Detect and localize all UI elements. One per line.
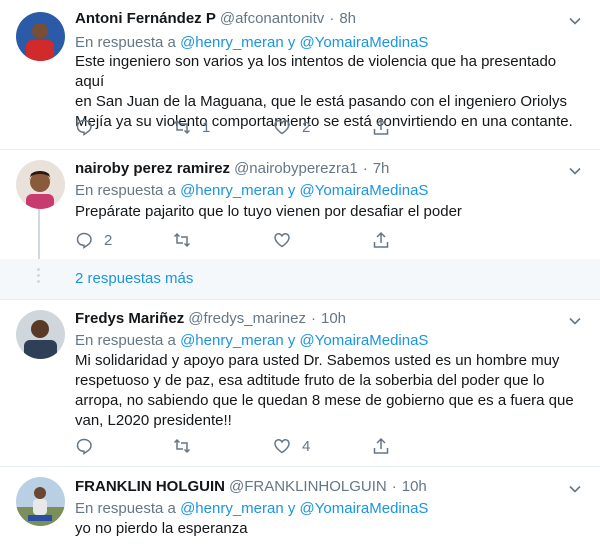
separator-dot: · <box>362 160 368 177</box>
separator-dot: · <box>391 478 397 495</box>
retweet-icon <box>173 438 191 454</box>
reply-prefix: En respuesta a <box>75 500 176 517</box>
tweet-text-line: Prepárate pajarito que lo tuyo vienen po… <box>75 203 462 220</box>
author-name[interactable]: nairoby perez ramirez <box>75 160 230 177</box>
reply-button[interactable] <box>75 437 93 455</box>
share-button[interactable] <box>372 118 390 136</box>
more-replies-link[interactable]: 2 respuestas más <box>75 270 193 287</box>
reply-prefix: En respuesta a <box>75 182 176 199</box>
reply-icon <box>76 119 92 136</box>
heart-icon <box>274 233 290 248</box>
retweet-icon <box>173 232 191 248</box>
reply-mention[interactable]: @henry_meran <box>180 34 284 51</box>
avatar[interactable] <box>16 160 65 209</box>
share-icon <box>373 118 389 135</box>
like-button[interactable]: 2 <box>273 118 310 136</box>
share-icon <box>373 437 389 454</box>
avatar-image <box>16 160 65 209</box>
tweet-text-line: yo no pierdo la esperanza <box>75 520 248 537</box>
like-button[interactable]: 4 <box>273 437 310 455</box>
separator-dot: · <box>329 10 335 27</box>
reply-button[interactable] <box>75 118 93 136</box>
author-handle[interactable]: @fredys_marinez <box>188 310 306 327</box>
author-name[interactable]: Fredys Mariñez <box>75 310 184 327</box>
heart-icon <box>274 439 290 454</box>
more-dots-icon <box>36 265 41 286</box>
avatar[interactable] <box>16 12 65 61</box>
reply-icon <box>76 438 92 455</box>
tweet-text: Mi solidaridad y apoyo para usted Dr. Sa… <box>75 351 580 431</box>
avatar[interactable] <box>16 477 65 526</box>
avatar[interactable] <box>16 310 65 359</box>
author-handle[interactable]: @afconantonitv <box>220 10 324 27</box>
tweet-text-line: respetuoso y de paz, esa adtitude fruto … <box>75 372 545 389</box>
tweet-text-line: en San Juan de la Maguana, que le está p… <box>75 93 568 110</box>
author-handle[interactable]: @FRANKLINHOLGUIN <box>229 478 387 495</box>
tweet-time[interactable]: 10h <box>321 310 346 327</box>
like-count: 2 <box>302 118 311 136</box>
reply-mention[interactable]: @YomairaMedinaS <box>300 34 429 51</box>
reply-and: y <box>287 500 296 517</box>
reply-and: y <box>287 332 296 349</box>
heart-icon <box>274 120 290 135</box>
tweet-text-line: arropa, no sabiendo que le quedan 8 mese… <box>75 392 574 409</box>
avatar-image <box>16 12 65 61</box>
like-count: 4 <box>302 437 311 455</box>
reply-and: y <box>287 182 296 199</box>
tweet[interactable]: Antoni Fernández P @afconantonitv · 8h En r… <box>0 0 600 150</box>
retweet-count: 1 <box>202 118 211 136</box>
retweet-icon <box>173 119 191 135</box>
tweet-text: Prepárate pajarito que lo tuyo vienen po… <box>75 202 580 222</box>
reply-mention[interactable]: @YomairaMedinaS <box>300 182 429 199</box>
share-button[interactable] <box>372 437 390 455</box>
avatar-image <box>16 477 65 526</box>
reply-mention[interactable]: @YomairaMedinaS <box>300 332 429 349</box>
author-handle[interactable]: @nairobyperezra1 <box>234 160 358 177</box>
tweet[interactable]: nairoby perez ramirez @nairobyperezra1 · 7h… <box>0 150 600 259</box>
reply-button[interactable]: 2 <box>75 231 112 249</box>
reply-mention[interactable]: @henry_meran <box>180 332 284 349</box>
share-icon <box>373 231 389 248</box>
chevron-down-icon[interactable] <box>566 480 584 498</box>
thread-line <box>38 208 40 259</box>
reply-count: 2 <box>104 231 113 249</box>
tweet[interactable]: Fredys Mariñez @fredys_marinez · 10h En res… <box>0 300 600 467</box>
chevron-down-icon[interactable] <box>566 12 584 30</box>
like-button[interactable] <box>273 231 291 249</box>
tweet-time[interactable]: 7h <box>373 160 390 177</box>
tweet-text-line: van, L2020 presidente!! <box>75 412 232 429</box>
chevron-down-icon[interactable] <box>566 312 584 330</box>
reply-mention[interactable]: @henry_meran <box>180 500 284 517</box>
chevron-down-icon[interactable] <box>566 162 584 180</box>
author-name[interactable]: Antoni Fernández P <box>75 10 216 27</box>
reply-and: y <box>287 34 296 51</box>
retweet-button[interactable]: 1 <box>173 118 210 136</box>
tweet-text: yo no pierdo la esperanza <box>75 519 580 539</box>
show-more-replies[interactable]: 2 respuestas más <box>0 259 600 300</box>
tweet[interactable]: FRANKLIN HOLGUIN @FRANKLINHOLGUIN · 10h En … <box>0 467 600 546</box>
avatar-image <box>16 310 65 359</box>
separator-dot: · <box>311 310 316 327</box>
share-button[interactable] <box>372 231 390 249</box>
tweet-text-line: Mi solidaridad y apoyo para usted Dr. Sa… <box>75 352 560 369</box>
tweet-text-line: Este ingeniero son varios ya los intento… <box>75 53 557 90</box>
reply-icon <box>76 232 92 249</box>
reply-prefix: En respuesta a <box>75 34 176 51</box>
author-name[interactable]: FRANKLIN HOLGUIN <box>75 478 225 495</box>
retweet-button[interactable] <box>173 231 191 249</box>
tweet-time[interactable]: 8h <box>339 10 356 27</box>
tweet-time[interactable]: 10h <box>402 478 427 495</box>
retweet-button[interactable] <box>173 437 191 455</box>
reply-prefix: En respuesta a <box>75 332 176 349</box>
reply-mention[interactable]: @YomairaMedinaS <box>300 500 429 517</box>
reply-mention[interactable]: @henry_meran <box>180 182 284 199</box>
